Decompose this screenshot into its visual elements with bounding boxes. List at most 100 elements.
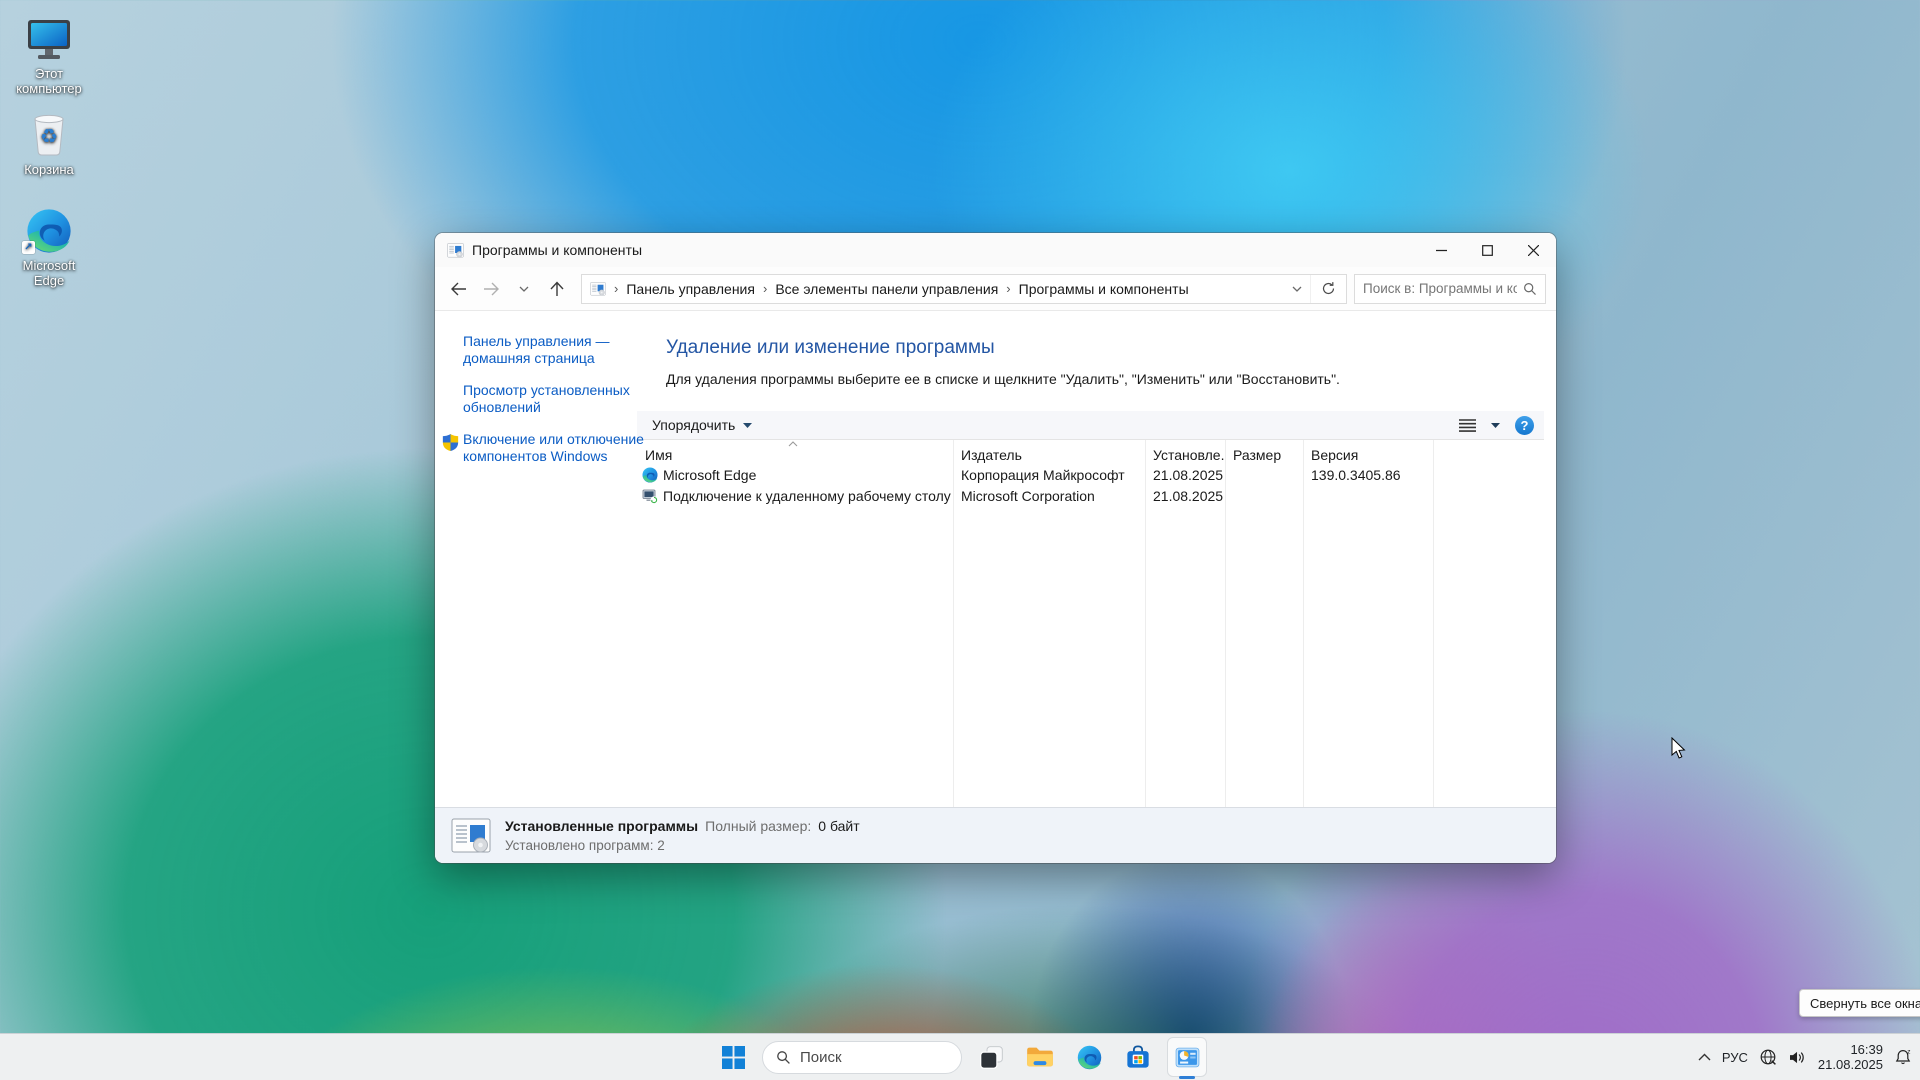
titlebar[interactable]: Программы и компоненты — [435, 233, 1556, 267]
table-row-remote-desktop[interactable]: Подключение к удаленному рабочему столу … — [637, 485, 1544, 506]
windows-logo-icon — [722, 1046, 745, 1069]
task-view-icon — [978, 1044, 1005, 1071]
chevron-down-icon — [519, 286, 529, 292]
column-header-installed[interactable]: Установле... — [1145, 447, 1225, 463]
refresh-button[interactable] — [1310, 275, 1346, 303]
recent-pages-button[interactable] — [511, 276, 537, 302]
start-button[interactable] — [713, 1037, 753, 1077]
remote-desktop-icon — [642, 488, 658, 504]
store-button[interactable] — [1118, 1037, 1158, 1077]
edge-icon — [1077, 1045, 1102, 1070]
column-header-version[interactable]: Версия — [1303, 447, 1433, 463]
minimize-button[interactable] — [1418, 233, 1464, 267]
taskbar-search-box[interactable] — [762, 1041, 962, 1074]
toolbar: Упорядочить ? — [637, 411, 1544, 440]
taskbar: РУС 16:39 21.08.2025 — [0, 1033, 1920, 1080]
edge-button[interactable] — [1069, 1037, 1109, 1077]
back-button[interactable] — [445, 276, 471, 302]
status-bar: Установленные программы Полный размер: 0… — [435, 807, 1556, 863]
window-title: Программы и компоненты — [472, 242, 642, 258]
breadcrumb-separator: › — [614, 281, 618, 296]
view-dropdown-icon[interactable] — [1491, 423, 1500, 428]
forward-button[interactable] — [478, 276, 504, 302]
sidebar-item-control-panel-home[interactable]: Панель управления — домашняя страница — [463, 333, 653, 366]
recycle-bin-icon — [6, 108, 92, 158]
programs-and-features-window: Программы и компоненты — [435, 233, 1556, 863]
desktop-icon-label: Корзина — [6, 162, 92, 177]
show-desktop-tooltip: Свернуть все окна — [1799, 989, 1920, 1017]
breadcrumb: › Панель управления › Все элементы панел… — [582, 281, 1310, 297]
breadcrumb-item-control-panel[interactable]: Панель управления — [626, 281, 755, 297]
help-button[interactable]: ? — [1515, 416, 1534, 435]
status-title: Установленные программы — [505, 818, 698, 834]
active-app-indicator — [1179, 1076, 1195, 1079]
up-icon — [550, 281, 564, 297]
desktop-icon-label: Этот компьютер — [6, 66, 92, 96]
column-header-name[interactable]: Имя — [637, 447, 953, 463]
volume-icon[interactable] — [1788, 1050, 1807, 1065]
search-icon — [1523, 282, 1537, 296]
breadcrumb-item-all-items[interactable]: Все элементы панели управления — [775, 281, 998, 297]
address-dropdown-icon[interactable] — [1292, 286, 1302, 292]
installed-programs-icon — [451, 818, 491, 854]
column-divider — [1303, 440, 1304, 807]
desktop-icon-this-pc[interactable]: Этот компьютер — [6, 12, 92, 96]
status-count: Установлено программ: 2 — [505, 838, 860, 853]
sidebar: Панель управления — домашняя страница Пр… — [435, 311, 637, 807]
main-panel: Удаление или изменение программы Для уда… — [637, 311, 1556, 807]
sort-ascending-icon — [788, 441, 798, 447]
network-globe-icon[interactable] — [1759, 1048, 1777, 1066]
shortcut-arrow-icon: ↗ — [22, 241, 35, 254]
page-title: Удаление или изменение программы — [666, 337, 1544, 359]
breadcrumb-separator: › — [1006, 281, 1010, 296]
mouse-cursor — [1671, 737, 1689, 761]
programs-and-features-taskbar-button[interactable] — [1167, 1037, 1207, 1077]
tray-chevron-up-icon[interactable] — [1698, 1053, 1711, 1061]
window-search-box[interactable] — [1354, 274, 1546, 304]
dropdown-caret-icon — [743, 423, 752, 428]
programs-window-icon — [447, 243, 464, 258]
folder-icon — [1026, 1045, 1054, 1069]
breadcrumb-item-programs[interactable]: Программы и компоненты — [1019, 281, 1189, 297]
list-view-icon[interactable] — [1459, 419, 1476, 432]
up-button[interactable] — [544, 276, 570, 302]
page-description: Для удаления программы выберите ее в спи… — [666, 371, 1544, 387]
table-row-microsoft-edge[interactable]: Microsoft Edge Корпорация Майкрософт 21.… — [637, 464, 1544, 485]
taskbar-search-input[interactable] — [800, 1049, 948, 1066]
breadcrumb-separator: › — [763, 281, 767, 296]
this-pc-icon — [6, 12, 92, 62]
tray-time: 16:39 — [1818, 1042, 1883, 1057]
column-divider — [1433, 440, 1434, 807]
search-icon — [776, 1050, 791, 1065]
task-view-button[interactable] — [971, 1037, 1011, 1077]
desktop-icon-recycle-bin[interactable]: Корзина — [6, 108, 92, 177]
notification-bell-icon[interactable] — [1894, 1048, 1912, 1066]
table-header-row: Имя Издатель Установле... Размер Версия — [637, 445, 1544, 464]
sidebar-item-installed-updates[interactable]: Просмотр установленных обновлений — [463, 382, 653, 415]
language-indicator[interactable]: РУС — [1722, 1050, 1748, 1065]
clock[interactable]: 16:39 21.08.2025 — [1818, 1042, 1883, 1072]
maximize-button[interactable] — [1464, 233, 1510, 267]
desktop-icon-label: Microsoft Edge — [6, 258, 92, 288]
programs-list: Имя Издатель Установле... Размер Версия … — [637, 440, 1544, 807]
window-search-input[interactable] — [1363, 281, 1517, 296]
tray-date: 21.08.2025 — [1818, 1057, 1883, 1072]
close-icon — [1528, 245, 1539, 256]
column-header-publisher[interactable]: Издатель — [953, 447, 1145, 463]
column-divider — [1225, 440, 1226, 807]
close-button[interactable] — [1510, 233, 1556, 267]
minimize-icon — [1436, 245, 1447, 256]
edge-icon: ↗ — [6, 204, 92, 254]
column-divider — [953, 440, 954, 807]
breadcrumb-window-icon — [590, 282, 606, 296]
store-icon — [1125, 1044, 1151, 1070]
organize-button[interactable]: Упорядочить — [652, 417, 752, 433]
sidebar-item-windows-features[interactable]: Включение или отключение компонентов Win… — [463, 431, 653, 464]
maximize-icon — [1482, 245, 1493, 256]
status-size-value: 0 байт — [818, 818, 859, 834]
edge-icon — [642, 467, 658, 483]
desktop-icon-edge[interactable]: ↗ Microsoft Edge — [6, 204, 92, 288]
column-header-size[interactable]: Размер — [1225, 447, 1303, 463]
file-explorer-button[interactable] — [1020, 1037, 1060, 1077]
control-panel-icon — [1174, 1044, 1201, 1071]
